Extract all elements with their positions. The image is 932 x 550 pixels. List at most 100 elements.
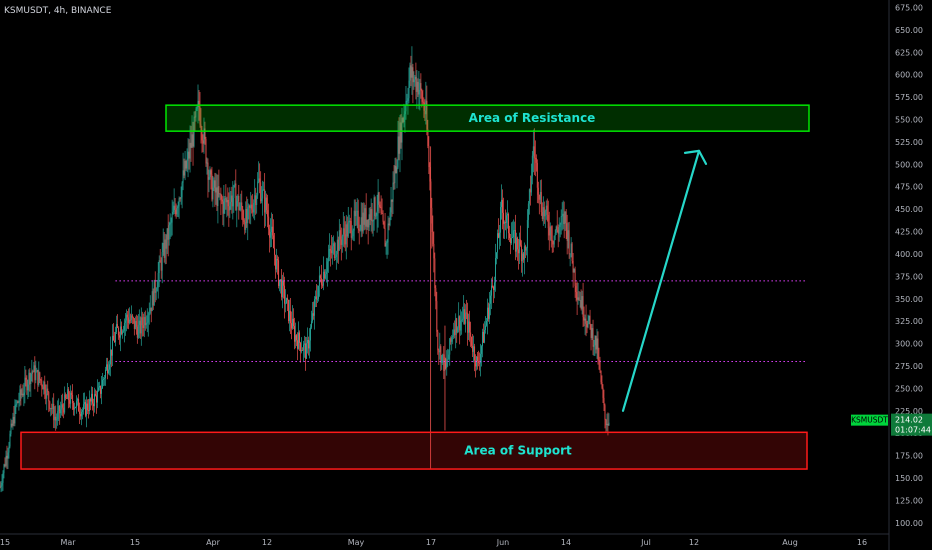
candle-body [224,198,226,200]
candle-body [147,315,149,323]
candle-body [265,197,267,213]
candle-body [61,404,63,410]
candle-body [273,235,275,249]
candle-body [5,455,7,466]
candle-body [20,389,22,396]
candle-body [539,192,541,200]
candle-body [517,249,519,254]
candle-body [481,346,483,354]
price-tick-label: 450.00 [895,205,923,214]
candle-body [129,319,131,321]
candle-body [101,388,102,394]
candle-body [393,182,395,184]
price-tick-label: 375.00 [895,272,923,281]
candle-body [335,254,337,258]
candle-body [153,280,155,306]
candle-body [530,176,532,193]
candle-body [31,371,33,374]
candle-body [365,208,367,227]
candle-body [589,315,591,325]
candle-body [221,199,223,202]
candle-body [150,307,152,312]
candle-body [321,284,323,286]
candle-body [36,369,38,372]
candle-body [513,230,515,231]
price-tick-label: 350.00 [895,295,923,304]
candle-body [324,274,326,279]
candle-body [452,335,454,338]
support-zone[interactable] [20,431,808,470]
candle-body [24,377,26,393]
candle-body [267,210,269,217]
candle-body [371,209,373,222]
candle-body [76,400,78,408]
candle-body [606,423,608,426]
candle-body [6,455,8,459]
candle-body [260,182,262,202]
time-tick-label: 15 [0,538,10,547]
candle-body [303,344,304,351]
price-tick-label: 150.00 [895,474,923,483]
candle-body [472,345,474,352]
candle-body [238,195,240,210]
time-tick-label: 16 [857,538,867,547]
candle-body [69,400,71,404]
candle-body [92,393,93,404]
candle-body [9,433,11,447]
candle-body [170,222,172,224]
candle-body [457,327,459,333]
price-tick-label: 475.00 [895,183,923,192]
candle-body [16,401,18,405]
price-tick-label: 675.00 [895,3,923,12]
candle-body [28,372,30,385]
price-tick-label: 650.00 [895,26,923,35]
candle-body [438,350,440,353]
candle-body [316,298,318,300]
candle-body [67,389,69,399]
candle-body [540,192,542,213]
candle-body [391,199,393,202]
price-chart[interactable]: Area of Resistance Area of Support 100.00… [0,0,932,550]
candle-body [506,215,507,223]
candle-body [218,186,220,195]
candle-body [310,321,312,328]
candle-body [507,214,508,216]
candle-body [29,372,31,385]
candle-body [590,324,592,338]
candle-body [85,402,87,416]
candle-body [416,81,418,92]
candle-body [604,405,606,420]
candle-body [235,183,237,211]
candle-body [465,312,467,324]
candle-body [313,299,315,316]
candle-body [244,221,246,230]
candle-body [175,209,177,215]
time-tick-label: 15 [130,538,140,547]
candle-body [548,228,550,236]
candle-body [493,286,494,290]
candle-body [284,285,286,304]
price-tick-label: 300.00 [895,340,923,349]
candle-body [223,198,225,214]
candle-body [27,384,29,391]
candle-body [187,151,189,161]
candle-body [350,221,352,238]
candle-body [431,207,433,232]
candle-body [366,219,368,227]
candle-body [545,205,547,211]
candle-body [166,228,168,249]
candle-body [208,177,210,180]
bar-countdown: 01:07:44 [895,426,931,435]
candle-body [165,239,167,249]
candle-body [241,202,243,211]
candle-body [251,204,253,210]
candle-body [555,226,557,234]
candle-body [145,323,147,326]
candle-body [503,212,504,224]
candle-body [56,419,58,421]
candle-body [394,165,396,183]
candle-body [248,205,250,208]
candle-body [270,232,272,238]
candle-body [454,329,456,335]
candle-body [243,220,245,222]
